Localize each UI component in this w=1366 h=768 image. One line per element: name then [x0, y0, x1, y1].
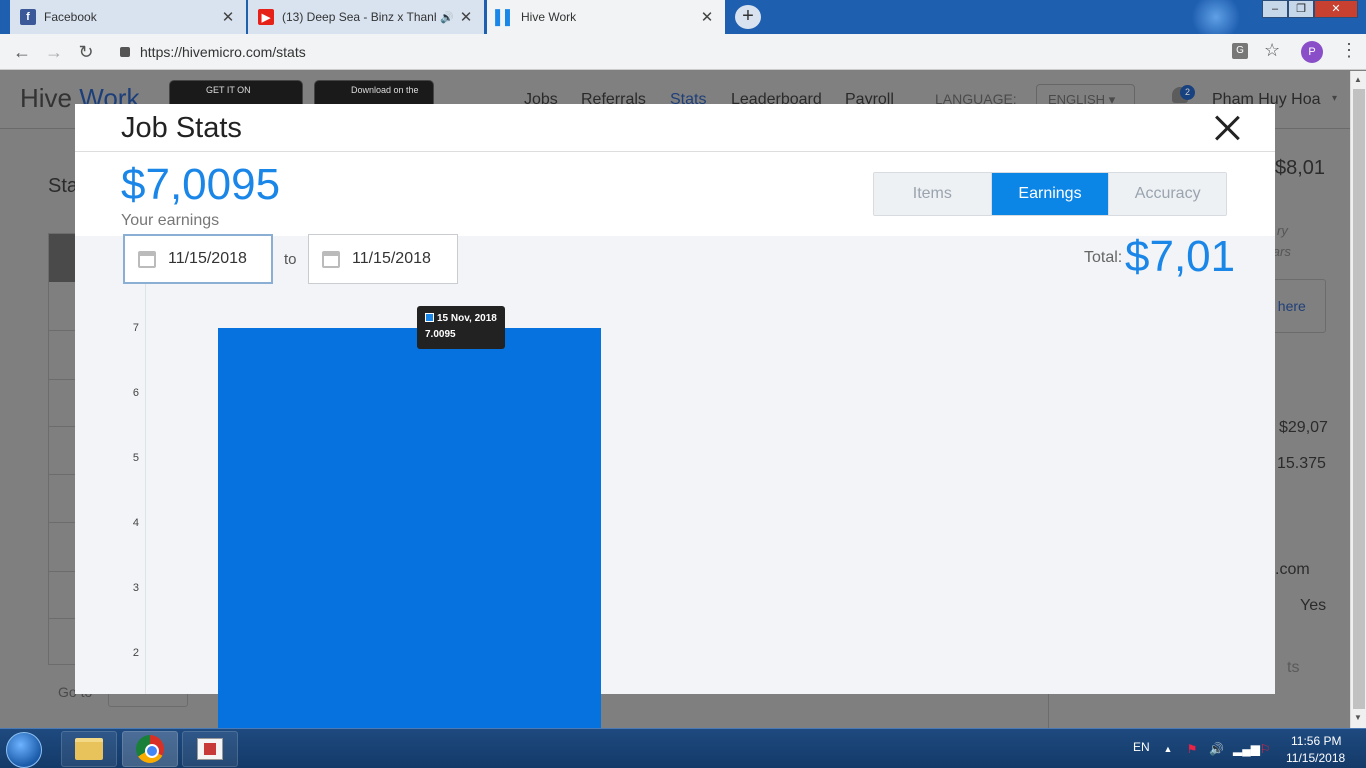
window-controls: – ❐ ✕	[1262, 0, 1358, 18]
date-from-field[interactable]: 11/15/2018	[123, 234, 273, 284]
page-scrollbar[interactable]: ▲ ▼	[1350, 71, 1366, 728]
tab-items[interactable]: Items	[874, 173, 992, 215]
y-tick-label: 4	[132, 517, 139, 529]
tooltip-label: 15 Nov, 2018	[437, 313, 497, 325]
notification-badge: 2	[1180, 85, 1195, 100]
date-from-value: 11/15/2018	[168, 250, 247, 267]
date-to-value: 11/15/2018	[352, 250, 431, 267]
app-icon	[197, 738, 223, 760]
balance-amount: $8,01	[1275, 157, 1326, 179]
maximize-icon[interactable]: ❐	[1288, 0, 1314, 18]
chrome-menu-icon[interactable]: ⋮	[1340, 40, 1358, 61]
action-center-icon[interactable]: ⚑	[1185, 742, 1199, 756]
back-icon[interactable]: ←	[12, 42, 32, 63]
tab-facebook[interactable]: f Facebook ✕	[10, 0, 246, 34]
chart-tooltip: 15 Nov, 2018 7.0095	[417, 306, 505, 350]
verified-value: Yes	[1300, 597, 1327, 614]
google-play-text: GET IT ON	[206, 85, 251, 95]
security-icon[interactable]: ⚐	[1258, 742, 1272, 756]
tab-accuracy[interactable]: Accuracy	[1109, 173, 1226, 215]
y-tick-label: 6	[132, 387, 139, 399]
close-window-icon[interactable]: ✕	[1314, 0, 1358, 18]
earnings-chart: 2 3 4 5 6 7 15 Nov, 2018 7.0095	[75, 284, 1275, 694]
tab-title: (13) Deep Sea - Binz x Thanh	[282, 10, 436, 24]
scrollbar-thumb[interactable]	[1353, 89, 1365, 709]
lock-icon	[120, 47, 130, 57]
clock-time[interactable]: 11:56 PM	[1291, 734, 1341, 748]
facebook-icon: f	[20, 9, 36, 25]
forward-icon[interactable]: →	[44, 42, 64, 63]
tab-youtube[interactable]: ▶ (13) Deep Sea - Binz x Thanh 🔊 ✕	[248, 0, 484, 34]
show-hidden-icons-icon[interactable]: ▲	[1161, 742, 1175, 756]
windows-taskbar: EN ▲ ⚑ 🔊 ▂▄▆ ⚐ 11:56 PM 11/15/2018	[0, 728, 1366, 768]
date-to-field[interactable]: 11/15/2018	[308, 234, 458, 284]
close-icon[interactable]	[1213, 112, 1241, 142]
total-value: $7,01	[1125, 232, 1236, 281]
scroll-down-icon[interactable]: ▼	[1354, 713, 1362, 722]
tooltip-value: 7.0095	[425, 329, 456, 341]
total-items: 15.375	[1277, 455, 1326, 472]
close-tab-icon[interactable]: ✕	[458, 8, 474, 26]
metric-toggle: Items Earnings Accuracy	[873, 172, 1227, 216]
browser-tab-strip: f Facebook ✕ ▶ (13) Deep Sea - Binz x Th…	[0, 0, 1366, 34]
clock-date[interactable]: 11/15/2018	[1286, 751, 1345, 765]
tab-earnings[interactable]: Earnings	[991, 173, 1110, 215]
tooltip-swatch	[425, 313, 434, 323]
folder-icon	[75, 738, 103, 760]
tab-title: Hive Work	[521, 10, 577, 24]
close-tab-icon[interactable]: ✕	[220, 8, 236, 26]
y-axis-line	[145, 284, 146, 694]
translate-icon[interactable]: G	[1232, 43, 1248, 59]
reload-icon[interactable]: ↻	[76, 42, 96, 63]
minimize-icon[interactable]: –	[1262, 0, 1288, 18]
modal-header: Job Stats	[75, 104, 1275, 152]
stats-link: ts	[1287, 659, 1300, 676]
profile-avatar[interactable]: P	[1301, 41, 1323, 63]
speaker-icon[interactable]: 🔊	[436, 11, 458, 24]
earnings-bar[interactable]	[218, 328, 601, 694]
tab-hive-work[interactable]: ▌▌ Hive Work ✕	[487, 0, 725, 34]
chrome-icon	[136, 735, 164, 763]
y-tick-label: 7	[132, 322, 139, 334]
earnings-label: Your earnings	[121, 212, 220, 229]
job-stats-modal: Job Stats $7,0095 Your earnings Items Ea…	[75, 104, 1275, 694]
youtube-icon: ▶	[258, 9, 274, 25]
url-field[interactable]: https://hivemicro.com/stats	[110, 38, 1260, 66]
request-link[interactable]: t here	[1270, 298, 1306, 314]
logo-text-hive: Hive	[20, 83, 80, 113]
calendar-icon	[138, 250, 156, 268]
chevron-down-icon[interactable]: ▾	[1332, 93, 1337, 104]
hive-icon: ▌▌	[495, 9, 515, 25]
y-tick-label: 2	[132, 647, 139, 659]
app-store-text: Download on the	[351, 85, 419, 95]
total-earned: $29,07	[1279, 419, 1328, 436]
start-button[interactable]	[6, 732, 42, 768]
balance-note: ry	[1277, 223, 1288, 238]
new-tab-button[interactable]: +	[735, 5, 761, 29]
tab-title: Facebook	[44, 10, 97, 24]
scroll-up-icon[interactable]: ▲	[1354, 75, 1362, 84]
taskbar-app[interactable]	[182, 731, 238, 767]
close-tab-icon[interactable]: ✕	[699, 8, 715, 26]
url-text: https://hivemicro.com/stats	[140, 44, 306, 60]
chart-bar-overflow	[218, 694, 601, 728]
network-icon[interactable]: ▂▄▆	[1233, 742, 1260, 756]
volume-icon[interactable]: 🔊	[1209, 742, 1224, 756]
date-range-separator: to	[284, 251, 297, 268]
input-language[interactable]: EN	[1133, 740, 1150, 754]
calendar-icon	[322, 250, 340, 268]
stats-heading: Sta	[48, 175, 79, 197]
total-label: Total:	[1084, 249, 1123, 266]
y-tick-label: 3	[132, 582, 139, 594]
y-tick-label: 5	[132, 452, 139, 464]
earnings-value: $7,0095	[121, 160, 281, 209]
window-glow	[1186, 0, 1246, 34]
address-bar: ← → ↻ https://hivemicro.com/stats G ☆ P …	[0, 34, 1366, 70]
taskbar-explorer[interactable]	[61, 731, 117, 767]
taskbar-chrome[interactable]	[122, 731, 178, 767]
bookmark-star-icon[interactable]: ☆	[1264, 40, 1280, 61]
modal-title: Job Stats	[121, 112, 242, 144]
